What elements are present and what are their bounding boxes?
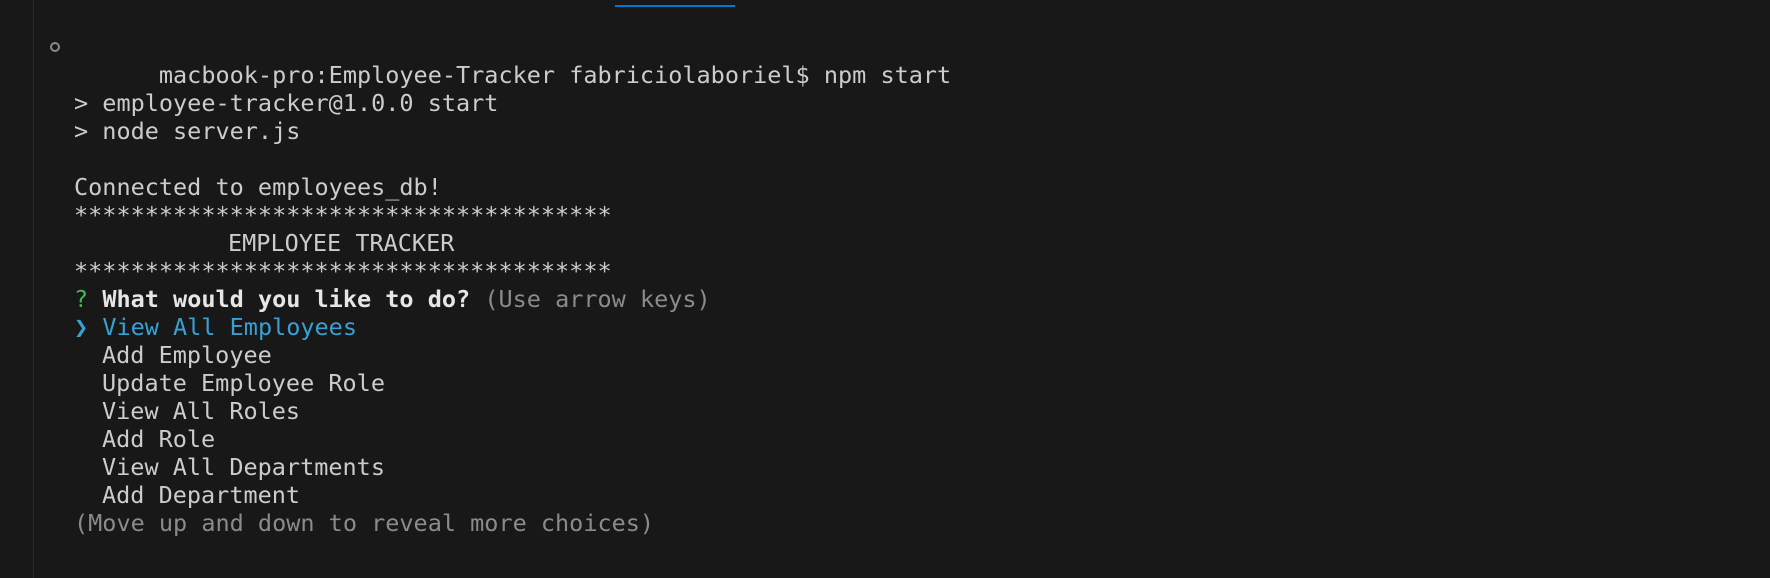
choice-label: View All Employees [102,313,357,341]
question-mark-icon: ? [74,285,89,313]
pointer-icon: ❯ [74,313,89,341]
connected-message: Connected to employees_db! [74,173,442,201]
choice-item[interactable]: Update Employee Role [74,369,1734,397]
banner-title: EMPLOYEE TRACKER [228,229,455,257]
choice-item[interactable]: View All Departments [74,453,1734,481]
gutter-divider [33,0,34,578]
command-status-dot-icon[interactable] [50,42,60,52]
choice-item[interactable]: Add Employee [74,341,1734,369]
choice-item-selected[interactable]: ❯ View All Employees [74,313,1734,341]
question-text: What would you like to do? [102,285,471,313]
choice-item[interactable]: Add Role [74,425,1734,453]
command-line: macbook-pro:Employee-Tracker fabriciolab… [50,33,1734,89]
choice-item[interactable]: View All Roles [74,397,1734,425]
choice-item[interactable]: Add Department [74,481,1734,509]
npm-output-line-2: > node server.js [74,117,301,145]
banner-stars-top: ************************************** [74,201,612,229]
question-hint: (Use arrow keys) [484,285,711,313]
terminal-panel[interactable]: macbook-pro:Employee-Tracker fabriciolab… [0,0,1770,578]
npm-output-line-1: > employee-tracker@1.0.0 start [74,89,499,117]
banner-stars-bottom: ************************************** [74,257,612,285]
footer-hint: (Move up and down to reveal more choices… [74,509,655,537]
prompt-question: ? What would you like to do? (Use arrow … [74,285,1734,313]
prompt-command-text: macbook-pro:Employee-Tracker fabriciolab… [158,61,952,89]
active-tab-indicator [615,5,735,7]
terminal-output: macbook-pro:Employee-Tracker fabriciolab… [50,33,1734,537]
